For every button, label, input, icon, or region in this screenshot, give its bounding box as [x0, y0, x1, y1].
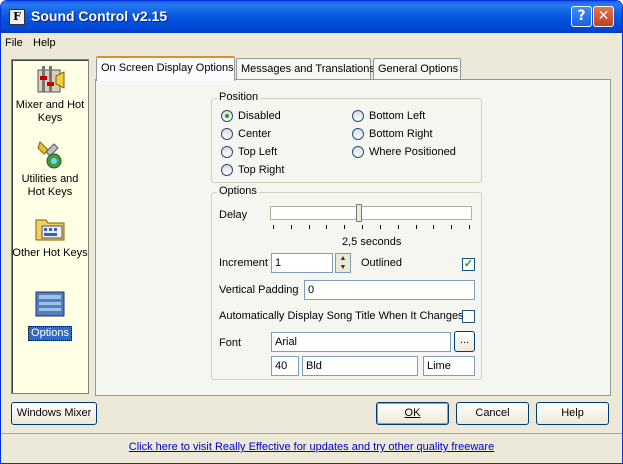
options-icon [34, 288, 66, 320]
folder-keys-icon [34, 212, 66, 244]
position-legend: Position [217, 91, 261, 103]
radio-bottom-left[interactable]: Bottom Left [352, 110, 425, 122]
menu-help[interactable]: Help [33, 37, 56, 49]
font-name-input[interactable]: Arial [271, 332, 451, 352]
font-color-input[interactable]: Lime [423, 356, 475, 376]
sidebar-item-label: Options [28, 326, 72, 341]
outlined-label: Outlined [361, 257, 402, 269]
mixer-icon [34, 64, 66, 96]
title-bar[interactable]: F Sound Control v2.15 ? ✕ [1, 1, 622, 33]
radio-dot [352, 146, 364, 158]
radio-center[interactable]: Center [221, 128, 271, 140]
radio-dot [221, 128, 233, 140]
help-button[interactable]: Help [536, 402, 609, 425]
increment-label: Increment [219, 257, 268, 269]
sidebar-item-utilities[interactable]: Utilities and Hot Keys [12, 138, 88, 199]
slider-tick [362, 225, 364, 229]
spin-down-icon[interactable]: ▼ [336, 263, 350, 272]
sidebar-item-other-hot-keys[interactable]: Other Hot Keys [12, 212, 88, 260]
help-title-button[interactable]: ? [571, 6, 592, 27]
outlined-checkbox[interactable]: ✓ [462, 258, 475, 271]
tab-messages-translations[interactable]: Messages and Translations [236, 58, 375, 80]
radio-disabled[interactable]: Disabled [221, 110, 281, 122]
sidebar-item-label: Other Hot Keys [12, 247, 88, 259]
spin-up-icon[interactable]: ▲ [336, 254, 350, 263]
slider-tick [379, 225, 381, 229]
windows-mixer-button[interactable]: Windows Mixer [11, 402, 97, 425]
slider-tick [451, 225, 453, 229]
auto-display-checkbox[interactable] [462, 310, 475, 323]
font-style-input[interactable]: Bld [302, 356, 418, 376]
slider-tick [290, 225, 292, 229]
font-label: Font [219, 337, 242, 349]
ok-button[interactable]: OK [376, 402, 449, 425]
delay-value: 2,5 seconds [342, 236, 402, 248]
utilities-icon [34, 138, 66, 170]
font-size-input[interactable]: 40 [271, 356, 299, 376]
sidebar-item-label: Mixer and Hot Keys [15, 99, 85, 124]
app-icon[interactable]: F [9, 9, 25, 25]
radio-top-left[interactable]: Top Left [221, 146, 277, 158]
website-link[interactable]: Click here to visit Really Effective for… [1, 441, 622, 453]
close-button[interactable]: ✕ [593, 6, 614, 27]
options-legend: Options [217, 185, 259, 197]
position-group: Position Disabled Center Top Left Top Ri… [211, 91, 482, 183]
slider-tick [397, 225, 399, 229]
radio-dot [352, 128, 364, 140]
menu-file[interactable]: File [5, 37, 23, 49]
radio-dot [221, 164, 233, 176]
slider-tick [308, 225, 310, 229]
delay-label: Delay [219, 209, 248, 221]
tab-general-options[interactable]: General Options [373, 58, 461, 80]
radio-dot [221, 110, 233, 122]
delay-slider-track[interactable] [270, 206, 472, 220]
sidebar: Mixer and Hot Keys Utilities and Hot Key… [11, 59, 89, 394]
help-label: Help [561, 407, 584, 419]
font-browse-button[interactable]: ... [454, 331, 475, 352]
cancel-label: Cancel [475, 407, 510, 419]
radio-top-right[interactable]: Top Right [221, 164, 284, 176]
radio-dot [221, 146, 233, 158]
radio-dot [352, 110, 364, 122]
cancel-button[interactable]: Cancel [456, 402, 529, 425]
ok-label: OK [404, 407, 421, 419]
app-window: F Sound Control v2.15 ? ✕ File Help Mixe… [0, 0, 623, 464]
window-title: Sound Control v2.15 [31, 8, 168, 24]
increment-input[interactable]: 1 [271, 253, 333, 273]
auto-display-label: Automatically Display Song Title When It… [219, 310, 464, 322]
slider-tick [326, 225, 328, 229]
radio-bottom-right[interactable]: Bottom Right [352, 128, 433, 140]
tab-on-screen-display[interactable]: On Screen Display Options [96, 56, 235, 81]
vertical-padding-label: Vertical Padding [219, 284, 299, 296]
slider-tick [469, 225, 470, 229]
delay-slider-thumb[interactable] [356, 204, 363, 222]
sidebar-item-mixer[interactable]: Mixer and Hot Keys [12, 64, 88, 125]
vertical-padding-input[interactable]: 0 [304, 280, 475, 300]
menu-bar: File Help [1, 33, 622, 53]
footer-separator [1, 433, 622, 434]
slider-tick [415, 225, 417, 229]
increment-spinner[interactable]: ▲ ▼ [335, 253, 351, 273]
slider-tick [273, 225, 274, 229]
radio-where-positioned[interactable]: Where Positioned [352, 146, 456, 158]
slider-tick [433, 225, 435, 229]
sidebar-item-label: Utilities and Hot Keys [21, 173, 79, 198]
tab-panel: Position Disabled Center Top Left Top Ri… [95, 79, 611, 396]
sidebar-item-options[interactable]: Options [12, 288, 88, 341]
slider-tick [344, 225, 346, 229]
options-group: Options Delay 2,5 seconds Increment 1 ▲ … [211, 185, 482, 380]
